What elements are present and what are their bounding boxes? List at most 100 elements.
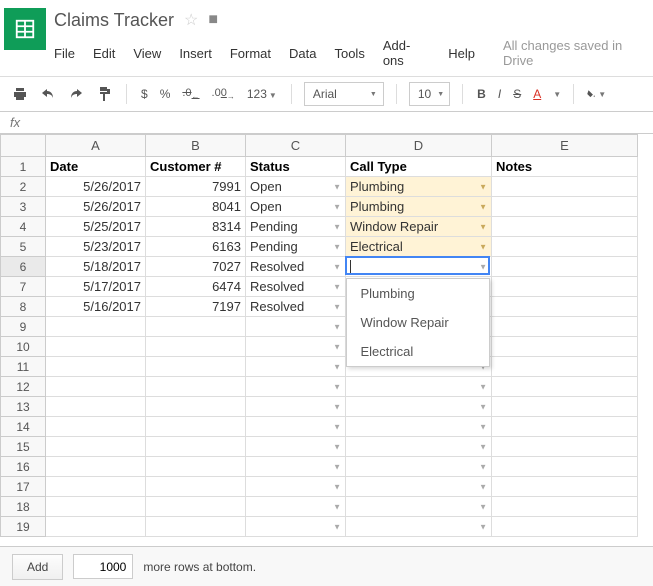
cell-A6[interactable]: 5/18/2017 xyxy=(46,257,146,277)
cell-E12[interactable] xyxy=(492,377,638,397)
chevron-down-icon[interactable]: ▼ xyxy=(333,342,341,351)
chevron-down-icon[interactable]: ▼ xyxy=(479,182,487,191)
chevron-down-icon[interactable]: ▼ xyxy=(333,322,341,331)
decrease-decimal[interactable]: .0← xyxy=(180,87,201,101)
cell-B9[interactable] xyxy=(146,317,246,337)
chevron-down-icon[interactable]: ▼ xyxy=(333,422,341,431)
chevron-down-icon[interactable]: ▼ xyxy=(479,422,487,431)
menu-insert[interactable]: Insert xyxy=(179,46,212,61)
chevron-down-icon[interactable]: ▼ xyxy=(333,502,341,511)
strikethrough-button[interactable]: S xyxy=(511,87,523,101)
cell-C15[interactable]: ▼ xyxy=(246,437,346,457)
cell-E11[interactable] xyxy=(492,357,638,377)
cell-D18[interactable]: ▼ xyxy=(346,497,492,517)
cell-B13[interactable] xyxy=(146,397,246,417)
cell-D16[interactable]: ▼ xyxy=(346,457,492,477)
menu-data[interactable]: Data xyxy=(289,46,316,61)
cell-A10[interactable] xyxy=(46,337,146,357)
select-all-corner[interactable] xyxy=(1,135,46,157)
print-icon[interactable] xyxy=(10,84,30,104)
chevron-down-icon[interactable]: ▼ xyxy=(333,442,341,451)
cell-A13[interactable] xyxy=(46,397,146,417)
cell-B10[interactable] xyxy=(146,337,246,357)
row-header-3[interactable]: 3 xyxy=(1,197,46,217)
row-header-16[interactable]: 16 xyxy=(1,457,46,477)
cell-A15[interactable] xyxy=(46,437,146,457)
cell-B2[interactable]: 7991 xyxy=(146,177,246,197)
cell-C16[interactable]: ▼ xyxy=(246,457,346,477)
dropdown-option-0[interactable]: Plumbing xyxy=(347,279,489,308)
cell-C3[interactable]: Open▼ xyxy=(246,197,346,217)
dropdown-option-1[interactable]: Window Repair xyxy=(347,308,489,337)
cell-D14[interactable]: ▼ xyxy=(346,417,492,437)
cell-E2[interactable] xyxy=(492,177,638,197)
chevron-down-icon[interactable]: ▼ xyxy=(479,222,487,231)
cell-B16[interactable] xyxy=(146,457,246,477)
text-color-button[interactable]: A xyxy=(531,87,543,101)
column-header-D[interactable]: D xyxy=(346,135,492,157)
cell-B4[interactable]: 8314 xyxy=(146,217,246,237)
chevron-down-icon[interactable]: ▼ xyxy=(333,202,341,211)
chevron-down-icon[interactable]: ▼ xyxy=(333,382,341,391)
star-icon[interactable]: ☆ xyxy=(184,10,198,30)
chevron-down-icon[interactable]: ▼ xyxy=(479,242,487,251)
chevron-down-icon[interactable]: ▼ xyxy=(479,482,487,491)
add-rows-input[interactable] xyxy=(73,554,133,579)
format-currency[interactable]: $ xyxy=(139,87,150,101)
cell-D19[interactable]: ▼ xyxy=(346,517,492,537)
row-header-1[interactable]: 1 xyxy=(1,157,46,177)
cell-E3[interactable] xyxy=(492,197,638,217)
menu-addons[interactable]: Add-ons xyxy=(383,38,430,68)
cell-C9[interactable]: ▼ xyxy=(246,317,346,337)
cell-D12[interactable]: ▼ xyxy=(346,377,492,397)
cell-B7[interactable]: 6474 xyxy=(146,277,246,297)
chevron-down-icon[interactable]: ▼ xyxy=(479,402,487,411)
header-status[interactable]: Status xyxy=(246,157,346,177)
bold-button[interactable]: B xyxy=(475,87,488,101)
cell-A19[interactable] xyxy=(46,517,146,537)
row-header-2[interactable]: 2 xyxy=(1,177,46,197)
header-customer[interactable]: Customer # xyxy=(146,157,246,177)
cell-D2[interactable]: Plumbing▼ xyxy=(346,177,492,197)
increase-decimal[interactable]: .00→ xyxy=(210,87,237,101)
chevron-down-icon[interactable]: ▼ xyxy=(479,202,487,211)
chevron-down-icon[interactable]: ▼ xyxy=(479,502,487,511)
cell-E19[interactable] xyxy=(492,517,638,537)
fill-color-icon[interactable]: ▼ xyxy=(586,84,606,104)
chevron-down-icon[interactable]: ▼ xyxy=(333,362,341,371)
cell-C8[interactable]: Resolved▼ xyxy=(246,297,346,317)
cell-A9[interactable] xyxy=(46,317,146,337)
chevron-down-icon[interactable]: ▼ xyxy=(333,302,341,311)
chevron-down-icon[interactable]: ▼ xyxy=(479,262,487,271)
chevron-down-icon[interactable]: ▼ xyxy=(333,482,341,491)
cell-D4[interactable]: Window Repair▼ xyxy=(346,217,492,237)
formula-bar[interactable]: fx xyxy=(0,112,653,134)
chevron-down-icon[interactable]: ▼ xyxy=(553,90,561,99)
cell-C13[interactable]: ▼ xyxy=(246,397,346,417)
chevron-down-icon[interactable]: ▼ xyxy=(333,522,341,531)
column-header-A[interactable]: A xyxy=(46,135,146,157)
menu-view[interactable]: View xyxy=(133,46,161,61)
chevron-down-icon[interactable]: ▼ xyxy=(333,222,341,231)
cell-A11[interactable] xyxy=(46,357,146,377)
sheets-logo[interactable] xyxy=(4,8,46,50)
cell-B19[interactable] xyxy=(146,517,246,537)
validation-dropdown[interactable]: PlumbingWindow RepairElectrical xyxy=(346,278,490,367)
cell-B18[interactable] xyxy=(146,497,246,517)
cell-C5[interactable]: Pending▼ xyxy=(246,237,346,257)
cell-B3[interactable]: 8041 xyxy=(146,197,246,217)
cell-E8[interactable] xyxy=(492,297,638,317)
cell-A16[interactable] xyxy=(46,457,146,477)
cell-E14[interactable] xyxy=(492,417,638,437)
menu-file[interactable]: File xyxy=(54,46,75,61)
font-size-select[interactable]: 10 xyxy=(409,82,450,106)
chevron-down-icon[interactable]: ▼ xyxy=(333,182,341,191)
cell-B17[interactable] xyxy=(146,477,246,497)
chevron-down-icon[interactable]: ▼ xyxy=(479,382,487,391)
format-percent[interactable]: % xyxy=(158,87,173,101)
row-header-5[interactable]: 5 xyxy=(1,237,46,257)
document-title[interactable]: Claims Tracker xyxy=(54,10,174,31)
cell-E15[interactable] xyxy=(492,437,638,457)
cell-E9[interactable] xyxy=(492,317,638,337)
cell-E5[interactable] xyxy=(492,237,638,257)
